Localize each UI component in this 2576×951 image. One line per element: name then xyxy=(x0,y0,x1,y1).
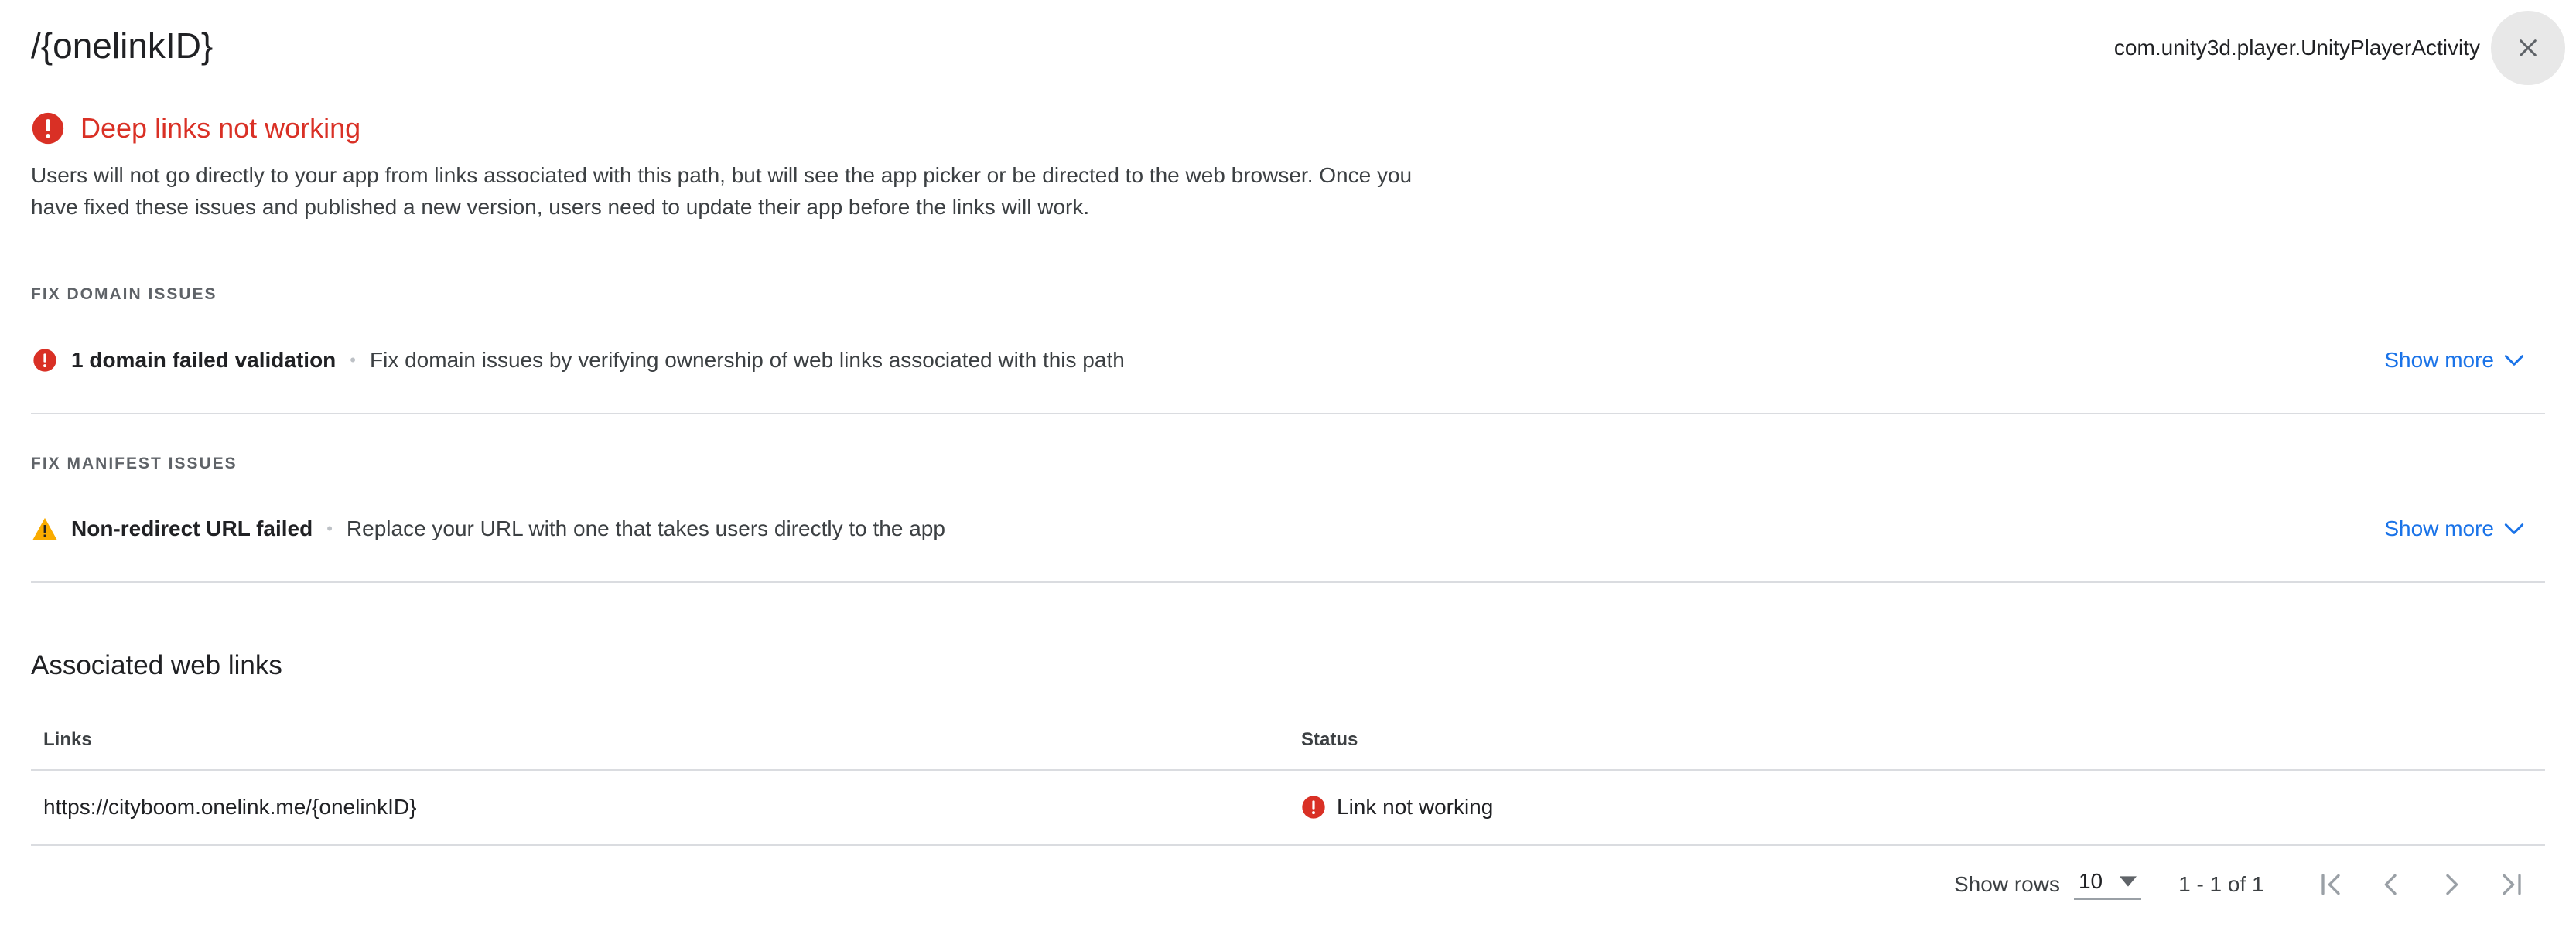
web-links-heading: Associated web links xyxy=(31,650,282,680)
chevron-down-icon xyxy=(2504,355,2524,366)
dropdown-arrow-icon xyxy=(2120,876,2137,887)
next-page-button[interactable] xyxy=(2428,861,2475,908)
status-text: Link not working xyxy=(1337,795,1494,819)
rows-per-page-value: 10 xyxy=(2078,869,2103,893)
manifest-issue-title: Non-redirect URL failed xyxy=(71,516,313,540)
activity-name: com.unity3d.player.UnityPlayerActivity xyxy=(2113,36,2480,60)
alert-heading-text: Deep links not working xyxy=(80,112,361,144)
chevron-down-icon xyxy=(2504,523,2524,534)
domain-issue-row: 1 domain failed validation • Fix domain … xyxy=(31,337,2545,383)
warning-icon xyxy=(31,515,59,543)
show-more-label: Show more xyxy=(2384,516,2494,540)
domain-issue-description: Fix domain issues by verifying ownership… xyxy=(370,348,1125,372)
manifest-issue-description: Replace your URL with one that takes use… xyxy=(346,516,945,540)
manifest-show-more-button[interactable]: Show more xyxy=(2384,516,2526,541)
close-icon xyxy=(2520,39,2537,56)
table-header-divider xyxy=(31,769,2545,771)
alert-heading: Deep links not working xyxy=(31,108,360,148)
last-page-icon xyxy=(2502,874,2521,895)
domain-issues-label: FIX DOMAIN ISSUES xyxy=(31,285,217,303)
show-more-label: Show more xyxy=(2384,348,2494,372)
manifest-issues-label: FIX MANIFEST ISSUES xyxy=(31,455,237,472)
column-header-status: Status xyxy=(1301,729,1358,750)
divider xyxy=(31,413,2545,414)
last-page-button[interactable] xyxy=(2489,861,2535,908)
pagination-range: 1 - 1 of 1 xyxy=(2178,872,2264,896)
error-icon xyxy=(1301,795,1326,820)
divider xyxy=(31,581,2545,583)
alert-description: Users will not go directly to your app f… xyxy=(31,163,1413,219)
first-page-button[interactable] xyxy=(2308,861,2354,908)
separator-dot: • xyxy=(326,519,333,538)
domain-issue-title: 1 domain failed validation xyxy=(71,348,337,372)
chevron-right-icon xyxy=(2445,874,2458,895)
page-title: /{onelinkID} xyxy=(31,26,214,66)
domain-show-more-button[interactable]: Show more xyxy=(2384,348,2526,373)
table-row-divider xyxy=(31,844,2545,846)
deep-link-details-panel: /{onelinkID} com.unity3d.player.UnityPla… xyxy=(0,0,2576,951)
previous-page-button[interactable] xyxy=(2368,861,2414,908)
rows-per-page-select[interactable]: 10 xyxy=(2073,869,2142,900)
first-page-icon xyxy=(2321,874,2340,895)
close-button[interactable] xyxy=(2491,11,2565,85)
chevron-left-icon xyxy=(2384,874,2397,895)
manifest-issue-row: Non-redirect URL failed • Replace your U… xyxy=(31,506,2545,552)
pagination-bar: Show rows 10 1 - 1 of 1 xyxy=(1954,861,2535,908)
pager-controls xyxy=(2308,861,2535,908)
table-cell-link: https://cityboom.onelink.me/{onelinkID} xyxy=(43,795,417,819)
show-rows-label: Show rows xyxy=(1954,872,2060,896)
error-icon xyxy=(31,111,65,145)
table-cell-status: Link not working xyxy=(1301,792,1493,823)
error-icon xyxy=(31,346,59,374)
column-header-links: Links xyxy=(43,729,92,750)
separator-dot: • xyxy=(350,350,356,370)
